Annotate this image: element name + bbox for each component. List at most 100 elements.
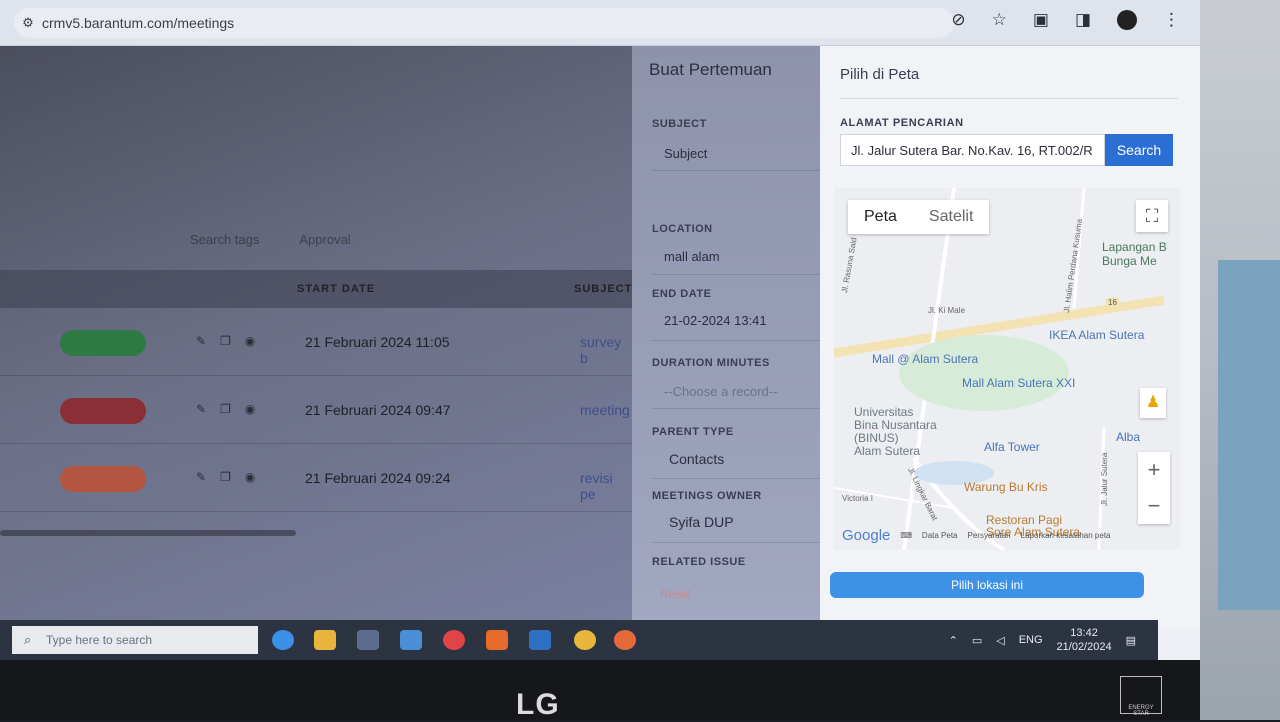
bookmark-star-icon[interactable]: ☆ (992, 10, 1007, 30)
chrome-icon[interactable] (574, 630, 596, 650)
zoom-controls: + − (1138, 452, 1170, 524)
status-badge (60, 330, 146, 356)
street-label: Jl. Ki Male (928, 306, 965, 315)
location-input[interactable]: mall alam (664, 249, 720, 264)
parent-type-select[interactable]: Contacts (669, 451, 724, 467)
keyboard-icon[interactable]: ⌨ (900, 531, 912, 540)
zoom-in-icon[interactable]: + (1138, 452, 1170, 488)
edit-icon[interactable]: ✎ (196, 470, 206, 484)
background-panel (1218, 260, 1280, 610)
volume-icon[interactable]: ◁ (996, 634, 1004, 647)
clock-time: 13:42 (1070, 627, 1098, 639)
edge-icon[interactable] (272, 630, 294, 650)
address-search-input[interactable]: Jl. Jalur Sutera Bar. No.Kav. 16, RT.002… (840, 134, 1105, 166)
terms-link[interactable]: Persyaratan (968, 531, 1011, 540)
view-eye-icon[interactable]: ◉ (245, 334, 255, 348)
reset-button[interactable]: Reset (660, 587, 691, 601)
taskbar-search[interactable]: ⌕ Type here to search (12, 626, 258, 654)
row-actions: ✎ ❐ ◉ (196, 470, 255, 484)
place-label: Alfa Tower (984, 440, 1040, 454)
monitor-brand-logo: LG (516, 688, 560, 721)
clock-date: 21/02/2024 (1056, 641, 1112, 653)
street-view-pegman-icon[interactable]: ♟ (1140, 388, 1166, 418)
divider (652, 340, 820, 341)
opera-icon[interactable] (443, 630, 465, 650)
map-canvas[interactable]: Peta Satelit ⛶ Lapangan B Bunga Me IKEA A… (834, 188, 1180, 550)
taskbar-search-placeholder: Type here to search (46, 633, 153, 647)
profile-avatar[interactable] (1117, 10, 1137, 30)
copy-icon[interactable]: ❐ (220, 402, 231, 416)
tab-satellite[interactable]: Satelit (913, 200, 989, 234)
end-date-input[interactable]: 21-02-2024 13:41 (664, 313, 767, 328)
place-label: Mall @ Alam Sutera (872, 352, 979, 366)
map-attribution: Google ⌨ Data Peta Persyaratan Laporkan … (842, 527, 1111, 544)
search-button[interactable]: Search (1105, 134, 1173, 166)
notification-icon[interactable]: ▤ (1126, 634, 1136, 647)
edit-icon[interactable]: ✎ (196, 334, 206, 348)
meetings-list-area: Search tags Approval START DATE SUBJECT … (0, 46, 632, 626)
column-subject[interactable]: SUBJECT (574, 283, 632, 295)
list-filters: Search tags Approval (190, 232, 351, 247)
pick-location-button[interactable]: Pilih lokasi ini (830, 572, 1144, 598)
eye-off-icon[interactable]: ⊘ (951, 10, 965, 30)
place-label: Lapangan B Bunga Me (1102, 240, 1167, 268)
subject-link[interactable]: meeting (580, 402, 630, 418)
status-badge (60, 466, 146, 492)
subject-link[interactable]: revisi pe (580, 470, 632, 502)
owner-label: MEETINGS OWNER (652, 490, 762, 502)
mail-icon[interactable] (400, 630, 422, 650)
owner-select[interactable]: Syifa DUP (669, 514, 734, 530)
address-bar[interactable]: ⚙ crmv5.barantum.com/meetings (14, 8, 954, 38)
table-row[interactable]: ✎ ❐ ◉ 21 Februari 2024 09:24 revisi pe (0, 444, 632, 512)
place-label: Mall Alam Sutera XXI (962, 376, 1076, 390)
place-label: Warung Bu Kris (964, 480, 1048, 494)
map-data-link[interactable]: Data Peta (922, 531, 958, 540)
store-icon[interactable] (357, 630, 379, 650)
end-date-label: END DATE (652, 288, 712, 300)
horizontal-scrollbar[interactable] (0, 530, 296, 536)
firefox-icon[interactable] (614, 630, 636, 650)
start-date-cell: 21 Februari 2024 09:24 (305, 470, 451, 486)
subject-link[interactable]: survey b (580, 334, 632, 366)
approval-filter[interactable]: Approval (299, 232, 350, 247)
file-explorer-icon[interactable] (314, 630, 336, 650)
clock[interactable]: 13:42 21/02/2024 (1057, 626, 1112, 654)
edit-icon[interactable]: ✎ (196, 402, 206, 416)
table-header: START DATE SUBJECT (0, 270, 632, 308)
report-error-link[interactable]: Laporkan kesalahan peta (1021, 531, 1111, 540)
outlook-icon[interactable] (529, 630, 551, 650)
view-eye-icon[interactable]: ◉ (245, 402, 255, 416)
sidepanel-icon[interactable]: ◨ (1075, 10, 1091, 30)
system-tray: ⌃ ▭ ◁ ENG 13:42 21/02/2024 ▤ (949, 626, 1136, 654)
copy-icon[interactable]: ❐ (220, 470, 231, 484)
map-type-tabs: Peta Satelit (848, 200, 990, 234)
address-label: ALAMAT PENCARIAN (840, 117, 964, 129)
menu-kebab-icon[interactable]: ⋮ (1163, 10, 1180, 30)
chevron-up-icon[interactable]: ⌃ (949, 634, 958, 647)
copy-icon[interactable]: ❐ (220, 334, 231, 348)
table-row[interactable]: ✎ ❐ ◉ 21 Februari 2024 11:05 survey b (0, 308, 632, 376)
search-tags-filter[interactable]: Search tags (190, 232, 259, 247)
start-date-cell: 21 Februari 2024 11:05 (305, 334, 450, 350)
zoom-out-icon[interactable]: − (1138, 488, 1170, 524)
subject-input[interactable]: Subject (664, 146, 707, 161)
site-settings-icon[interactable]: ⚙ (14, 15, 42, 31)
energy-star-sticker: ENERGY STAR (1120, 676, 1162, 717)
table-row[interactable]: ✎ ❐ ◉ 21 Februari 2024 09:47 meeting (0, 376, 632, 444)
start-date-cell: 21 Februari 2024 09:47 (305, 402, 451, 418)
divider (840, 98, 1178, 99)
view-eye-icon[interactable]: ◉ (245, 470, 255, 484)
search-icon: ⌕ (24, 632, 32, 647)
tab-map[interactable]: Peta (848, 200, 913, 234)
network-icon[interactable]: ▭ (972, 634, 982, 647)
brave-icon[interactable] (486, 630, 508, 650)
language-indicator[interactable]: ENG (1019, 634, 1043, 646)
duration-select[interactable]: --Choose a record-- (664, 384, 777, 399)
column-start-date[interactable]: START DATE (297, 283, 375, 295)
place-label: Alba (1116, 430, 1141, 444)
extensions-icon[interactable]: ▣ (1033, 10, 1049, 30)
fullscreen-icon[interactable]: ⛶ (1136, 200, 1168, 232)
url-text[interactable]: crmv5.barantum.com/meetings (42, 15, 234, 31)
duration-label: DURATION MINUTES (652, 357, 770, 369)
windows-taskbar: ⌕ Type here to search ⌃ ▭ ◁ ENG 13:42 21… (0, 620, 1158, 660)
